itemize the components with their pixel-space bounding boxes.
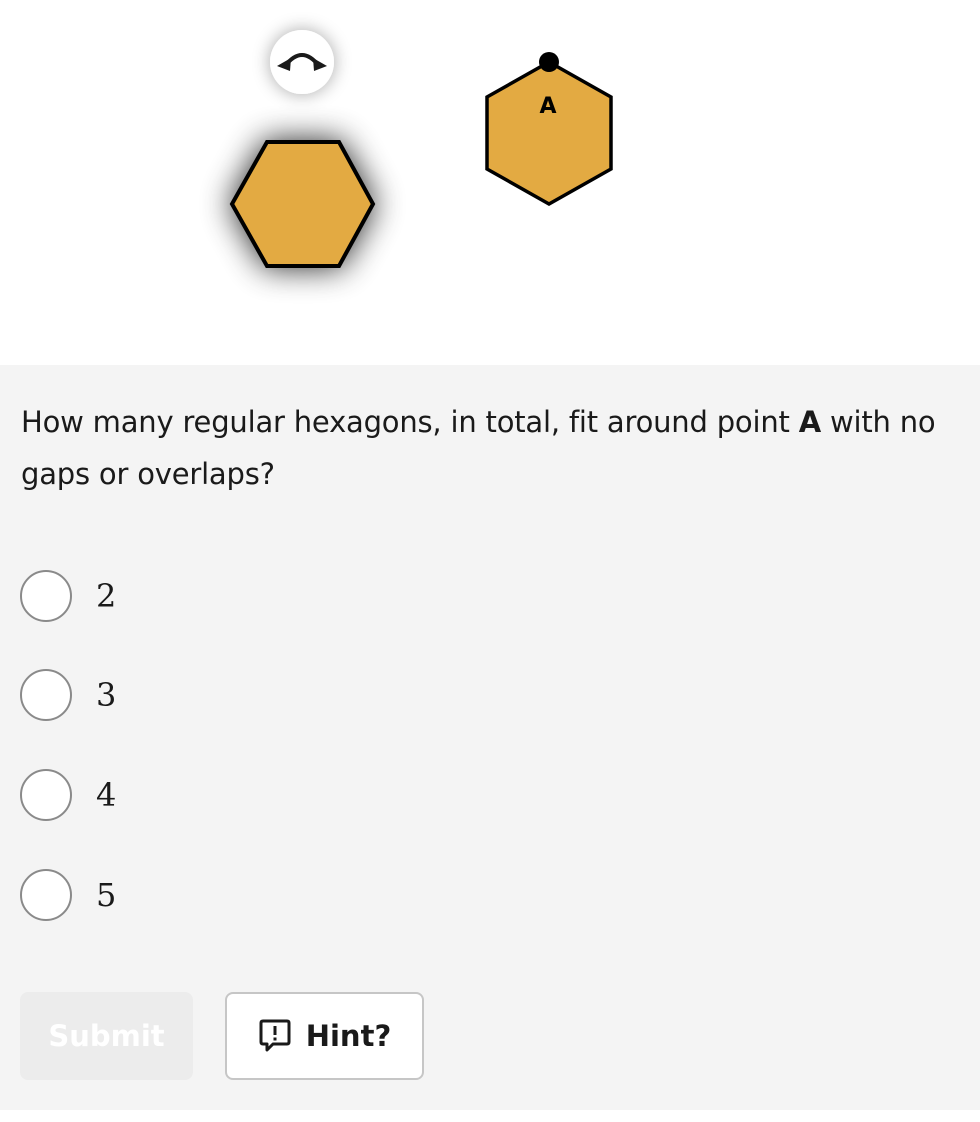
choice-option[interactable]: 5	[20, 867, 320, 923]
choice-label: 5	[96, 876, 117, 914]
hint-label: Hint?	[305, 1019, 392, 1053]
question-panel: How many regular hexagons, in total, fit…	[0, 365, 980, 1110]
diagram-svg: A	[229, 30, 613, 268]
hint-button[interactable]: Hint?	[225, 992, 424, 1080]
radio-button[interactable]	[20, 570, 72, 622]
submit-button[interactable]: Submit	[20, 992, 193, 1080]
rotate-handle[interactable]	[270, 30, 334, 94]
radio-button[interactable]	[20, 769, 72, 821]
choice-label: 2	[96, 577, 117, 615]
choice-option[interactable]: 3	[20, 667, 320, 723]
question-text: How many regular hexagons, in total, fit…	[21, 396, 966, 500]
radio-button[interactable]	[20, 669, 72, 721]
draggable-hexagon[interactable]	[229, 140, 376, 268]
choice-option[interactable]: 2	[20, 568, 320, 624]
bottom-strip	[0, 1110, 980, 1122]
point-a-marker	[539, 52, 559, 72]
choice-label: 4	[96, 776, 117, 814]
geometry-canvas: A	[0, 0, 980, 365]
speech-bubble-exclamation-icon	[259, 1019, 291, 1052]
point-a-label: A	[539, 94, 556, 119]
question-point-label: A	[798, 405, 821, 439]
choice-option[interactable]: 4	[20, 767, 320, 823]
fixed-hexagon	[485, 59, 613, 207]
choice-label: 3	[96, 676, 117, 714]
question-text-part: How many regular hexagons, in total, fit…	[21, 405, 799, 439]
radio-button[interactable]	[20, 869, 72, 921]
